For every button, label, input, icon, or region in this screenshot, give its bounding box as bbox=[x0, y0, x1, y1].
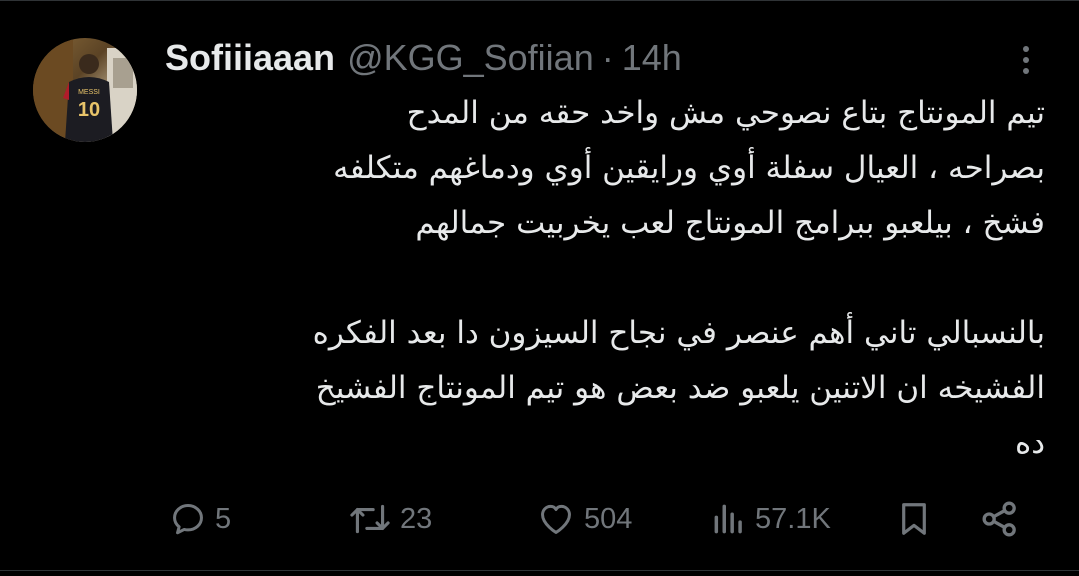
share-button[interactable] bbox=[980, 496, 1020, 542]
top-divider bbox=[0, 0, 1079, 1]
jersey-name: MESSI bbox=[78, 89, 100, 96]
action-bar: 5 23 504 57.1K bbox=[165, 496, 1045, 542]
share-icon bbox=[982, 501, 1016, 537]
separator-dot: · bbox=[601, 37, 614, 78]
reply-button[interactable]: 5 bbox=[169, 496, 231, 542]
tweet-line: الفشيخه ان الاتنين يلعبو ضد بعض هو تيم ا… bbox=[315, 370, 1045, 406]
bookmark-button[interactable] bbox=[895, 496, 933, 542]
avatar-image: MESSI 10 bbox=[33, 38, 137, 142]
more-icon[interactable] bbox=[1011, 42, 1041, 78]
bottom-divider bbox=[0, 570, 1079, 571]
tweet-line: بالنسبالي تاني أهم عنصر في نجاح السيزون … bbox=[312, 315, 1045, 351]
jersey-number: 10 bbox=[78, 99, 100, 121]
views-count: 57.1K bbox=[755, 502, 831, 535]
tweet-line: فشخ ، بيلعبو ببرامج المونتاج لعب يخربيت … bbox=[415, 205, 1045, 241]
tweet-line: تيم المونتاج بتاع نصوحي مش واخد حقه من ا… bbox=[406, 95, 1045, 131]
reply-count: 5 bbox=[215, 502, 232, 535]
author-handle[interactable]: @KGG_Sofiian bbox=[347, 37, 594, 79]
retweet-count: 23 bbox=[400, 502, 433, 535]
heart-icon bbox=[541, 504, 571, 534]
avatar[interactable]: MESSI 10 bbox=[33, 38, 137, 142]
retweet-icon bbox=[350, 504, 390, 534]
views-button[interactable]: 57.1K bbox=[711, 496, 831, 542]
retweet-button[interactable]: 23 bbox=[348, 496, 432, 542]
like-count: 504 bbox=[584, 502, 633, 535]
bookmark-icon bbox=[902, 503, 926, 535]
tweet-line: ده bbox=[1014, 425, 1045, 461]
reply-icon bbox=[173, 504, 203, 535]
timestamp[interactable]: 14h bbox=[622, 37, 682, 79]
views-icon bbox=[714, 504, 742, 534]
author-name[interactable]: Sofiiiaaan bbox=[165, 37, 335, 79]
tweet-header: Sofiiiaaan @KGG_Sofiian · 14h bbox=[165, 36, 682, 80]
tweet-text: تيم المونتاج بتاع نصوحي مش واخد حقه من ا… bbox=[165, 86, 1045, 471]
tweet-line: بصراحه ، العيال سفلة أوي ورايقين أوي ودم… bbox=[333, 150, 1045, 186]
like-button[interactable]: 504 bbox=[536, 496, 632, 542]
